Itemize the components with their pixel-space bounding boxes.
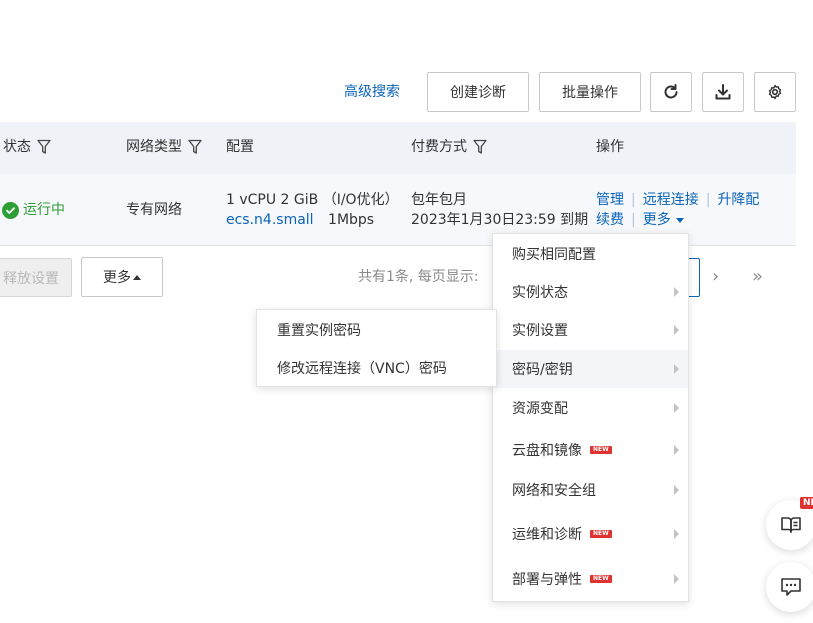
- settings-button[interactable]: [754, 72, 796, 112]
- header-operations: 操作: [596, 139, 624, 155]
- caret-up-icon: [133, 274, 141, 280]
- header-config: 配置: [226, 139, 254, 155]
- row-operations-2: 续费 | 更多: [596, 210, 684, 230]
- header-network-type[interactable]: 网络类型: [126, 138, 202, 156]
- next-page-button[interactable]: ›: [712, 266, 719, 288]
- submenu-reset-password[interactable]: 重置实例密码: [257, 311, 496, 349]
- config-spec: 1 vCPU 2 GiB （I/O优化）: [226, 192, 399, 208]
- separator: |: [705, 192, 711, 208]
- menu-item-network-security[interactable]: 网络和安全组: [493, 471, 688, 509]
- book-icon: [781, 517, 801, 533]
- batch-operation-button[interactable]: 批量操作: [539, 72, 641, 112]
- row-operations: 管理 | 远程连接 | 升降配: [596, 190, 759, 210]
- chat-icon: [781, 578, 801, 596]
- new-badge: NEW: [590, 530, 612, 538]
- more-button[interactable]: 更多: [81, 257, 163, 297]
- chevron-right-icon: [674, 403, 679, 413]
- status-badge: 运行中: [2, 200, 65, 220]
- menu-item-disk-image[interactable]: 云盘和镜像 NEW: [493, 431, 688, 469]
- password-submenu: 重置实例密码 修改远程连接（VNC）密码: [256, 309, 497, 387]
- release-settings-button[interactable]: 释放设置: [0, 258, 72, 297]
- expiry-date: 2023年1月30日23:59 到期: [411, 212, 589, 228]
- chevron-right-icon: [674, 485, 679, 495]
- filter-icon[interactable]: [473, 139, 487, 155]
- chevron-right-icon: [674, 325, 679, 335]
- gear-icon: [768, 84, 782, 100]
- filter-icon[interactable]: [37, 139, 51, 155]
- bandwidth-value: 1Mbps: [328, 212, 375, 228]
- submenu-change-vnc-password[interactable]: 修改远程连接（VNC）密码: [257, 349, 496, 387]
- instance-type-link[interactable]: ecs.n4.small: [226, 212, 314, 228]
- refresh-icon: [664, 84, 678, 99]
- more-dropdown-menu: 购买相同配置 实例状态 实例设置 密码/密钥 资源变配 云盘和镜像 NEW 网络和…: [492, 233, 689, 602]
- menu-item-ops-diagnosis[interactable]: 运维和诊断 NEW: [493, 515, 688, 553]
- chevron-right-icon: [674, 445, 679, 455]
- new-badge: NEW: [590, 575, 612, 583]
- remote-connect-link[interactable]: 远程连接: [643, 192, 699, 208]
- caret-down-icon: [675, 217, 684, 223]
- menu-item-instance-status[interactable]: 实例状态: [493, 273, 688, 311]
- last-page-button[interactable]: »: [752, 266, 763, 288]
- new-badge: NEW: [590, 446, 612, 454]
- more-dropdown-link[interactable]: 更多: [643, 212, 684, 228]
- chevron-right-icon: [674, 529, 679, 539]
- download-button[interactable]: [702, 72, 744, 112]
- payment-type: 包年包月: [411, 192, 467, 208]
- chevron-right-icon: [674, 574, 679, 584]
- chevron-right-icon: [674, 287, 679, 297]
- manage-link[interactable]: 管理: [596, 192, 624, 208]
- pager-summary: 共有1条, 每页显示:: [358, 269, 479, 285]
- separator: |: [631, 212, 636, 228]
- filter-icon[interactable]: [188, 139, 202, 155]
- menu-item-resource-change[interactable]: 资源变配: [493, 389, 688, 427]
- config-detail: ecs.n4.small 1Mbps: [226, 210, 374, 230]
- refresh-button[interactable]: [650, 72, 692, 112]
- menu-item-password-key[interactable]: 密码/密钥: [493, 350, 688, 388]
- separator: |: [631, 192, 636, 208]
- menu-item-buy-same-config[interactable]: 购买相同配置: [493, 235, 688, 273]
- new-badge-float: NE: [800, 497, 813, 509]
- download-icon: [715, 84, 731, 100]
- chevron-right-icon: [674, 364, 679, 374]
- advanced-search-link[interactable]: 高级搜索: [344, 83, 400, 101]
- renew-link[interactable]: 续费: [596, 212, 624, 228]
- menu-item-instance-settings[interactable]: 实例设置: [493, 311, 688, 349]
- network-type-value: 专有网络: [126, 202, 182, 218]
- header-status[interactable]: 状态: [3, 138, 51, 156]
- chat-button[interactable]: [766, 562, 813, 612]
- menu-item-deploy-elastic[interactable]: 部署与弹性 NEW: [493, 560, 688, 598]
- create-diagnosis-button[interactable]: 创建诊断: [427, 72, 529, 112]
- check-circle-icon: [2, 201, 19, 219]
- table-header: [0, 122, 796, 174]
- upgrade-link[interactable]: 升降配: [717, 192, 759, 208]
- header-payment[interactable]: 付费方式: [411, 138, 487, 156]
